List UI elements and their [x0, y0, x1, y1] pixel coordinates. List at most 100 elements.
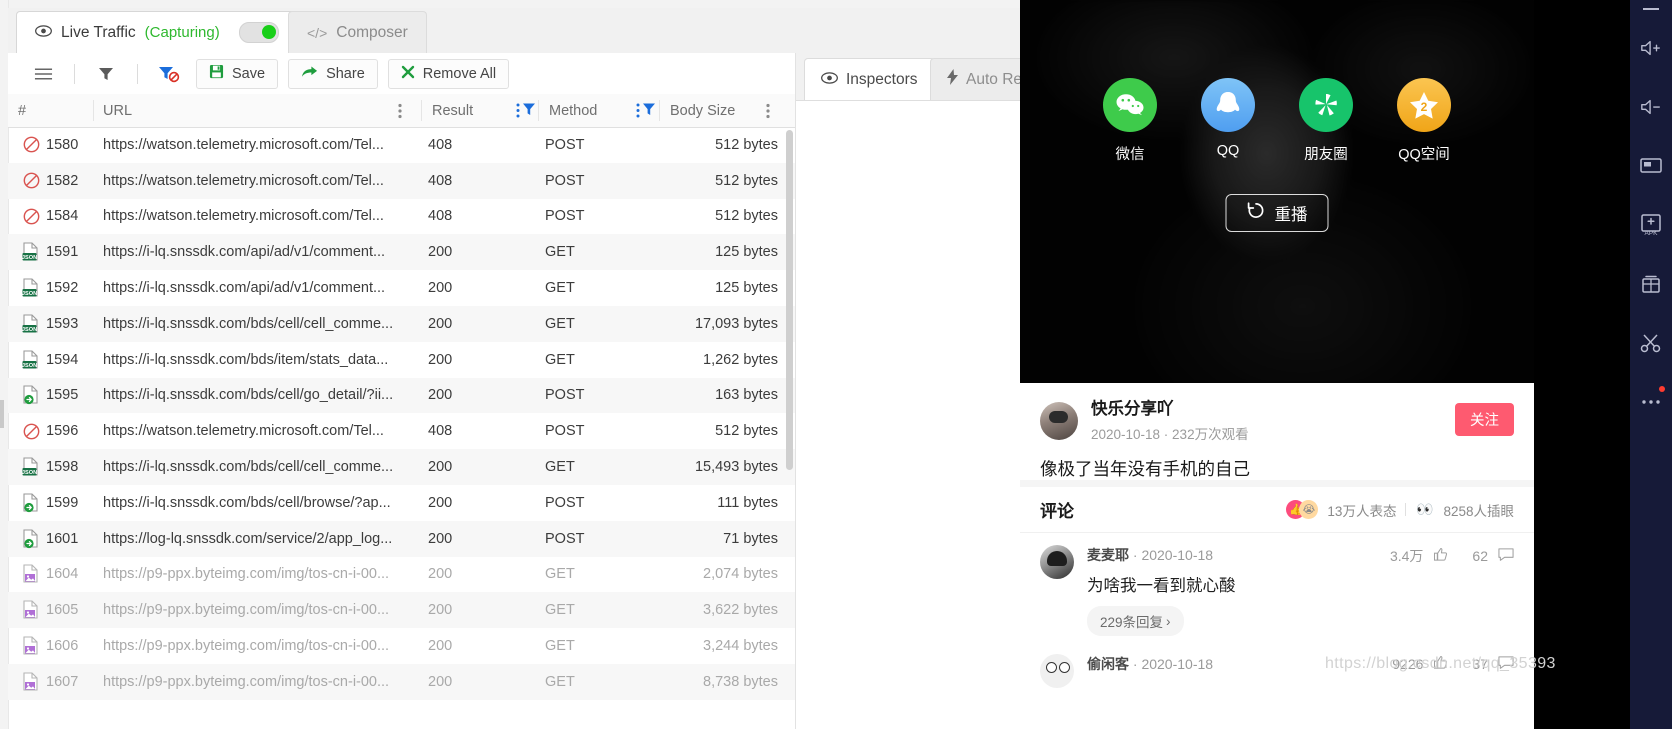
filter-icon[interactable] [89, 61, 123, 87]
inspectors-tab-bar: Inspectors Auto Re [796, 53, 1021, 101]
svg-text:JSON: JSON [22, 327, 37, 333]
capture-toggle[interactable] [238, 22, 279, 43]
row-body-size: 163 bytes [715, 387, 778, 404]
image-file-icon [18, 672, 44, 692]
comment-icon[interactable] [1498, 547, 1514, 565]
row-method: GET [545, 315, 575, 332]
row-method: POST [545, 136, 585, 153]
share-item-qzone[interactable]: 2 QQ空间 [1397, 78, 1451, 164]
tab-autoresponder[interactable]: Auto Re [930, 58, 1021, 100]
column-divider-1[interactable] [93, 100, 94, 121]
remove-all-button[interactable]: Remove All [387, 58, 510, 89]
row-body-size: 71 bytes [723, 530, 778, 547]
column-header-result[interactable]: Result [432, 94, 473, 127]
row-id: 1601 [46, 530, 79, 547]
screenshot-icon[interactable] [1630, 136, 1672, 195]
sidebar-item-top-partial[interactable] [1630, 0, 1672, 18]
author-avatar[interactable] [1040, 401, 1078, 440]
svg-text:APK: APK [1644, 230, 1658, 236]
row-id: 1591 [46, 244, 79, 261]
row-result: 200 [428, 459, 453, 476]
video-overlay-dim [1020, 0, 1534, 383]
row-url: https://watson.telemetry.microsoft.com/T… [103, 423, 384, 440]
share-icon [301, 64, 318, 83]
fiddler-app-window: Live Traffic (Capturing) </> Composer Sa… [0, 0, 1021, 729]
hamburger-icon[interactable] [26, 61, 60, 87]
row-result: 408 [428, 136, 453, 153]
column-filter-method-icon[interactable] [636, 94, 656, 127]
android-emulator-screen[interactable]: 微信 QQ 朋友圈 2 QQ空间 重播 快乐分享吖 2020-10-18 · 2… [1020, 0, 1534, 729]
scissors-icon[interactable] [1630, 313, 1672, 372]
column-header-body-size[interactable]: Body Size [670, 94, 735, 127]
thumbs-up-icon[interactable] [1433, 547, 1448, 565]
row-id: 1592 [46, 280, 79, 297]
column-divider-4[interactable] [659, 100, 660, 121]
column-menu-url[interactable] [398, 94, 402, 127]
tab-inspectors[interactable]: Inspectors [804, 58, 935, 100]
row-method: GET [545, 280, 575, 297]
row-method: GET [545, 459, 575, 476]
column-divider-2[interactable] [421, 100, 422, 121]
share-item-moments[interactable]: 朋友圈 [1299, 78, 1353, 164]
column-divider-3[interactable] [538, 100, 539, 121]
row-body-size: 3,244 bytes [703, 638, 778, 655]
row-result: 200 [428, 280, 453, 297]
row-method: POST [545, 530, 585, 547]
volume-down-icon[interactable] [1630, 77, 1672, 136]
json-file-icon: JSON [18, 278, 44, 298]
column-header-method[interactable]: Method [549, 94, 597, 127]
follow-button[interactable]: 关注 [1455, 403, 1514, 436]
row-id: 1607 [46, 673, 79, 690]
commenter-avatar[interactable] [1040, 545, 1074, 579]
row-url: https://i-lq.snssdk.com/bds/cell/go_deta… [103, 387, 394, 404]
install-apk-icon[interactable]: APK [1630, 195, 1672, 254]
row-body-size: 1,262 bytes [703, 351, 778, 368]
column-header-num-label: # [18, 102, 27, 119]
row-id: 1580 [46, 136, 79, 153]
main-tab-bar: Live Traffic (Capturing) </> Composer [8, 8, 1021, 54]
replay-button[interactable]: 重播 [1225, 194, 1329, 232]
column-header-url-label: URL [103, 102, 133, 119]
tab-inspectors-label: Inspectors [846, 70, 918, 88]
comment-actions[interactable]: 3.4万 62 [1390, 546, 1514, 566]
wechat-icon [1103, 78, 1157, 132]
volume-up-icon[interactable] [1630, 18, 1672, 77]
row-url: https://i-lq.snssdk.com/bds/cell/cell_co… [103, 315, 394, 332]
comments-list[interactable]: 麦麦耶 · 2020-10-18 为啥我一看到就心酸 229条回复 › 3.4万 [1020, 532, 1534, 729]
row-result: 200 [428, 638, 453, 655]
share-item-qq-label: QQ [1216, 143, 1240, 159]
comment-replies-button[interactable]: 229条回复 › [1087, 606, 1184, 636]
bolt-icon [947, 69, 958, 90]
file-manager-icon[interactable] [1630, 254, 1672, 313]
row-body-size: 512 bytes [715, 136, 778, 153]
author-row[interactable]: 快乐分享吖 2020-10-18 · 232万次观看 [1040, 399, 1514, 443]
column-filter-result-icon[interactable] [516, 94, 536, 127]
column-header-url[interactable]: URL [103, 94, 132, 127]
column-menu-body-size[interactable] [766, 94, 770, 127]
comment-item[interactable]: 麦麦耶 · 2020-10-18 为啥我一看到就心酸 229条回复 › 3.4万 [1020, 533, 1534, 636]
blocked-icon [18, 423, 44, 440]
tab-autoresponder-label: Auto Re [966, 70, 1021, 88]
comment-replies-label: 229条回复 [1100, 615, 1164, 630]
comment-like-count: 3.4万 [1389, 548, 1424, 564]
save-button[interactable]: Save [196, 58, 279, 89]
row-id: 1593 [46, 315, 79, 332]
reactions-summary[interactable]: 👍 😭 13万人表态 👀 8258人插眼 [1286, 500, 1514, 520]
row-url: https://p9-ppx.byteimg.com/img/tos-cn-i-… [103, 602, 390, 619]
row-url: https://watson.telemetry.microsoft.com/T… [103, 136, 384, 153]
tab-composer[interactable]: </> Composer [288, 11, 427, 53]
share-button[interactable]: Share [288, 58, 378, 89]
session-list-scrollbar[interactable] [786, 130, 793, 470]
blocked-icon [18, 136, 44, 153]
column-header-num[interactable]: # [18, 94, 26, 127]
share-item-qq[interactable]: QQ [1201, 78, 1255, 164]
filter-off-icon[interactable] [152, 61, 186, 87]
emulator-sidebar-panel: APK [1630, 0, 1672, 729]
session-list-scroll-marker[interactable] [0, 400, 4, 428]
video-player[interactable]: 微信 QQ 朋友圈 2 QQ空间 重播 [1020, 0, 1534, 383]
tab-live-traffic[interactable]: Live Traffic (Capturing) [16, 11, 298, 53]
more-icon[interactable] [1630, 372, 1672, 431]
post-file-icon [18, 385, 44, 405]
commenter-avatar[interactable] [1040, 654, 1074, 688]
share-item-wechat[interactable]: 微信 [1103, 78, 1157, 164]
